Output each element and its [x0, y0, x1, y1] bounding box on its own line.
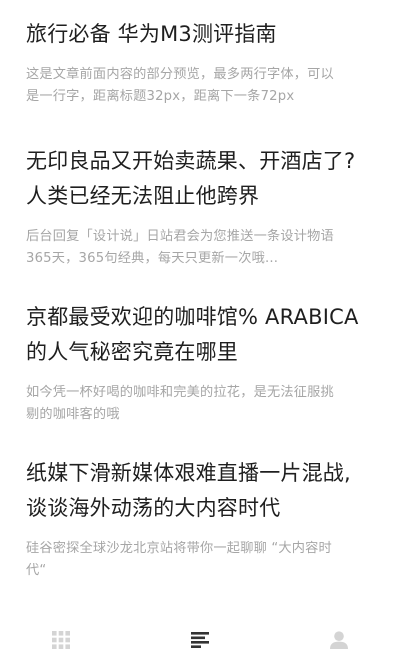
- article-card[interactable]: 京都最受欢迎的咖啡馆% ARABICA 的人气秘密究竟在哪里 如今凭一杯好喝的咖…: [26, 300, 376, 426]
- article-preview-line: 如今凭一杯好喝的咖啡和完美的拉花，是无法征服挑: [26, 385, 334, 400]
- article-title-line: 纸媒下滑新媒体艰难直播一片混战,: [26, 461, 351, 485]
- tab-feed[interactable]: [160, 614, 240, 666]
- article-preview-line: 后台回复「设计说」日站君会为您推送一条设计物语: [26, 229, 334, 244]
- article-card[interactable]: 旅行必备 华为M3测评指南 这是文章前面内容的部分预览，最多两行字体，可以 是一…: [26, 17, 376, 108]
- article-title-line: 旅行必备 华为M3测评指南: [26, 22, 277, 46]
- article-preview: 这是文章前面内容的部分预览，最多两行字体，可以 是一行字，距离标题32px，距离…: [26, 64, 376, 108]
- article-preview: 硅谷密探全球沙龙北京站将带你一起聊聊 “大内容时 代“: [26, 538, 376, 582]
- feed-list-icon: [191, 632, 209, 648]
- article-title-line: 无印良品又开始卖蔬果、开酒店了?: [26, 149, 356, 173]
- article-title-line: 的人气秘密究竟在哪里: [26, 340, 238, 364]
- article-title[interactable]: 无印良品又开始卖蔬果、开酒店了? 人类已经无法阻止他跨界: [26, 144, 376, 214]
- article-preview-line: 剔的咖啡客的哦: [26, 407, 120, 422]
- profile-icon: [330, 631, 348, 649]
- article-preview-line: 是一行字，距离标题32px，距离下一条72px: [26, 89, 295, 104]
- tab-grid[interactable]: [21, 614, 101, 666]
- article-card[interactable]: 无印良品又开始卖蔬果、开酒店了? 人类已经无法阻止他跨界 后台回复「设计说」日站…: [26, 144, 376, 270]
- article-preview-line: 365天，365句经典，每天只更新一次哦...: [26, 251, 279, 266]
- article-preview-line: 这是文章前面内容的部分预览，最多两行字体，可以: [26, 67, 334, 82]
- article-title-line: 谈谈海外动荡的大内容时代: [26, 496, 281, 520]
- article-title-line: 人类已经无法阻止他跨界: [26, 184, 260, 208]
- article-preview-line: 硅谷密探全球沙龙北京站将带你一起聊聊 “大内容时: [26, 541, 332, 556]
- bottom-tab-bar: [0, 614, 400, 666]
- article-preview-line: 代“: [26, 563, 47, 578]
- grid-icon: [52, 631, 70, 649]
- article-preview: 如今凭一杯好喝的咖啡和完美的拉花，是无法征服挑 剔的咖啡客的哦: [26, 382, 376, 426]
- article-title-line: 京都最受欢迎的咖啡馆% ARABICA: [26, 305, 359, 329]
- article-title[interactable]: 旅行必备 华为M3测评指南: [26, 17, 376, 52]
- article-title[interactable]: 纸媒下滑新媒体艰难直播一片混战, 谈谈海外动荡的大内容时代: [26, 456, 376, 526]
- article-title[interactable]: 京都最受欢迎的咖啡馆% ARABICA 的人气秘密究竟在哪里: [26, 300, 376, 370]
- tab-profile[interactable]: [299, 614, 379, 666]
- article-preview: 后台回复「设计说」日站君会为您推送一条设计物语 365天，365句经典，每天只更…: [26, 226, 376, 270]
- article-card[interactable]: 纸媒下滑新媒体艰难直播一片混战, 谈谈海外动荡的大内容时代 硅谷密探全球沙龙北京…: [26, 456, 376, 582]
